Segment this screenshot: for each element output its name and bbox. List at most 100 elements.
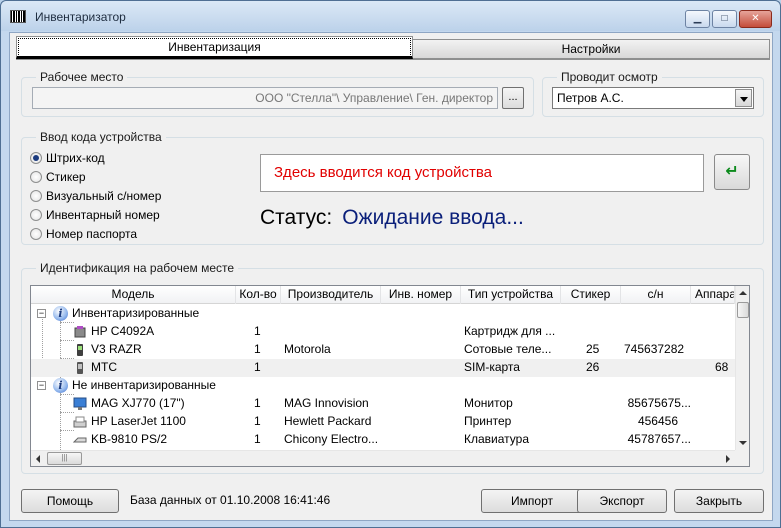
radio-sticker[interactable]: Стикер: [30, 169, 86, 185]
monitor-icon: [73, 397, 87, 410]
cell-model: V3 RAZR: [91, 342, 142, 356]
column-header-model[interactable]: Модель: [31, 286, 236, 304]
cell-qty: 1: [254, 414, 261, 428]
horizontal-scrollbar[interactable]: |||: [31, 450, 735, 466]
table-row[interactable]: V3 RAZR 1 Motorola Сотовые теле... 25 74…: [31, 341, 735, 359]
cell-vendor: [284, 323, 381, 341]
inspector-select[interactable]: Петров А.С.: [552, 87, 754, 109]
tree-group-not-inventoried[interactable]: − i Не инвентаризированные: [31, 377, 735, 395]
title-bar[interactable]: Инвентаризатор ▁ □ ✕: [1, 1, 780, 31]
workplace-field[interactable]: ООО "Стелла"\ Управление\ Ген. директор: [32, 87, 498, 109]
vertical-scroll-thumb[interactable]: [737, 302, 749, 318]
cell-qty: 1: [254, 324, 261, 338]
cell-model: KB-9810 PS/2: [91, 432, 168, 446]
cell-serial: 85675675...: [627, 396, 691, 410]
radio-icon[interactable]: [30, 190, 42, 202]
export-button[interactable]: Экспорт: [577, 489, 667, 513]
sim-card-icon: [77, 362, 83, 374]
table-row[interactable]: MAG XJ770 (17") 1 MAG Innovision Монитор…: [31, 395, 735, 413]
barcode-icon: [10, 10, 26, 23]
horizontal-scroll-thumb[interactable]: |||: [47, 452, 82, 465]
close-window-button[interactable]: ✕: [739, 10, 772, 28]
radio-visual-serial[interactable]: Визуальный с/номер: [30, 188, 161, 204]
cell-qty: 1: [254, 360, 261, 374]
workplace-legend: Рабочее место: [36, 70, 128, 84]
inspector-legend: Проводит осмотр: [557, 70, 662, 84]
table-row[interactable]: HP C4092A 1 Картридж для ...: [31, 323, 735, 341]
scroll-left-icon[interactable]: [36, 455, 40, 463]
cell-device-type: SIM-карта: [464, 360, 520, 374]
device-tree-list[interactable]: Модель Кол-во Производитель Инв. номер Т…: [30, 285, 750, 467]
info-icon: i: [53, 306, 68, 321]
cell-model: МТС: [91, 360, 117, 374]
import-button[interactable]: Импорт: [481, 489, 583, 513]
browse-workplace-button[interactable]: ...: [502, 87, 524, 109]
radio-inventory-number[interactable]: Инвентарный номер: [30, 207, 160, 223]
cell-serial: 45787657...: [627, 432, 691, 446]
radio-sticker-label: Стикер: [46, 170, 86, 184]
tab-settings[interactable]: Настройки: [412, 39, 770, 59]
radio-inventory-number-label: Инвентарный номер: [46, 208, 160, 222]
main-window: Инвентаризатор ▁ □ ✕ Настройки Инвентари…: [0, 0, 781, 528]
cell-vendor: Hewlett Packard: [284, 414, 372, 428]
table-row[interactable]: МТС 1 SIM-карта 26 68: [31, 359, 735, 377]
radio-icon[interactable]: [30, 228, 42, 240]
radio-checked-icon[interactable]: [30, 152, 42, 164]
cell-sticker: [586, 323, 621, 341]
column-header-qty[interactable]: Кол-во: [236, 286, 281, 304]
cell-device-type: Принтер: [464, 414, 512, 428]
tab-inventory[interactable]: Инвентаризация: [16, 36, 413, 59]
radio-passport-number[interactable]: Номер паспорта: [30, 226, 137, 242]
group-label: Инвентаризированные: [72, 306, 200, 320]
column-header-serial[interactable]: с/н: [621, 286, 691, 304]
column-header-apparatus[interactable]: Аппара: [691, 286, 735, 304]
cell-serial: 745637282: [624, 342, 685, 356]
database-info: База данных от 01.10.2008 16:41:46: [130, 493, 331, 507]
cell-serial: [624, 323, 691, 341]
scroll-right-icon[interactable]: [726, 455, 730, 463]
identification-group: Идентификация на рабочем месте Модель Ко…: [21, 261, 764, 474]
column-header-vendor[interactable]: Производитель: [281, 286, 381, 304]
radio-barcode-label: Штрих-код: [46, 151, 105, 165]
cell-device-type: Сотовые теле...: [464, 342, 552, 356]
list-header: Модель Кол-во Производитель Инв. номер Т…: [31, 286, 735, 304]
scroll-up-icon[interactable]: [739, 291, 747, 295]
minimize-button[interactable]: ▁: [685, 10, 710, 28]
inventory-panel: Рабочее место ООО "Стелла"\ Управление\ …: [16, 59, 770, 476]
cell-sticker: 25: [586, 342, 600, 356]
cell-qty: 1: [254, 432, 261, 446]
maximize-button[interactable]: □: [712, 10, 737, 28]
code-entry-legend: Ввод кода устройства: [36, 130, 166, 144]
tree-group-inventoried[interactable]: − i Инвентаризированные: [31, 305, 735, 323]
radio-passport-number-label: Номер паспорта: [46, 227, 138, 241]
collapse-icon[interactable]: −: [37, 309, 46, 318]
radio-icon[interactable]: [30, 171, 42, 183]
scroll-down-icon[interactable]: [739, 441, 747, 445]
help-button[interactable]: Помощь: [21, 489, 119, 513]
column-header-sticker[interactable]: Стикер: [561, 286, 621, 304]
cell-apparatus: 68: [715, 360, 729, 374]
cell-device-type: Клавиатура: [464, 432, 529, 446]
cell-serial: 456456: [637, 414, 678, 428]
close-button[interactable]: Закрыть: [674, 489, 764, 513]
group-label: Не инвентаризированные: [72, 378, 216, 392]
table-row[interactable]: HP LaserJet 1100 1 Hewlett Packard Принт…: [31, 413, 735, 431]
inspector-group: Проводит осмотр Петров А.С.: [542, 70, 764, 117]
identification-legend: Идентификация на рабочем месте: [36, 261, 239, 275]
keyboard-icon: [73, 437, 87, 443]
status-label: Статус:: [260, 206, 333, 229]
chevron-down-icon[interactable]: [735, 89, 752, 107]
cell-model: HP LaserJet 1100: [91, 414, 186, 428]
collapse-icon[interactable]: −: [37, 381, 46, 390]
table-row[interactable]: KB-9810 PS/2 1 Chicony Electro... Клавиа…: [31, 431, 735, 449]
info-icon: i: [53, 378, 68, 393]
code-entry-group: Ввод кода устройства Штрих-код Стикер Ви…: [21, 130, 764, 245]
column-header-device-type[interactable]: Тип устройства: [461, 286, 561, 304]
column-header-inv-number[interactable]: Инв. номер: [381, 286, 461, 304]
enter-button[interactable]: ↵: [714, 154, 750, 190]
vertical-scrollbar[interactable]: [735, 286, 749, 450]
cell-device-type: Картридж для ...: [464, 324, 556, 338]
device-code-input[interactable]: Здесь вводится код устройства: [260, 154, 704, 192]
radio-barcode[interactable]: Штрих-код: [30, 150, 105, 166]
radio-icon[interactable]: [30, 209, 42, 221]
